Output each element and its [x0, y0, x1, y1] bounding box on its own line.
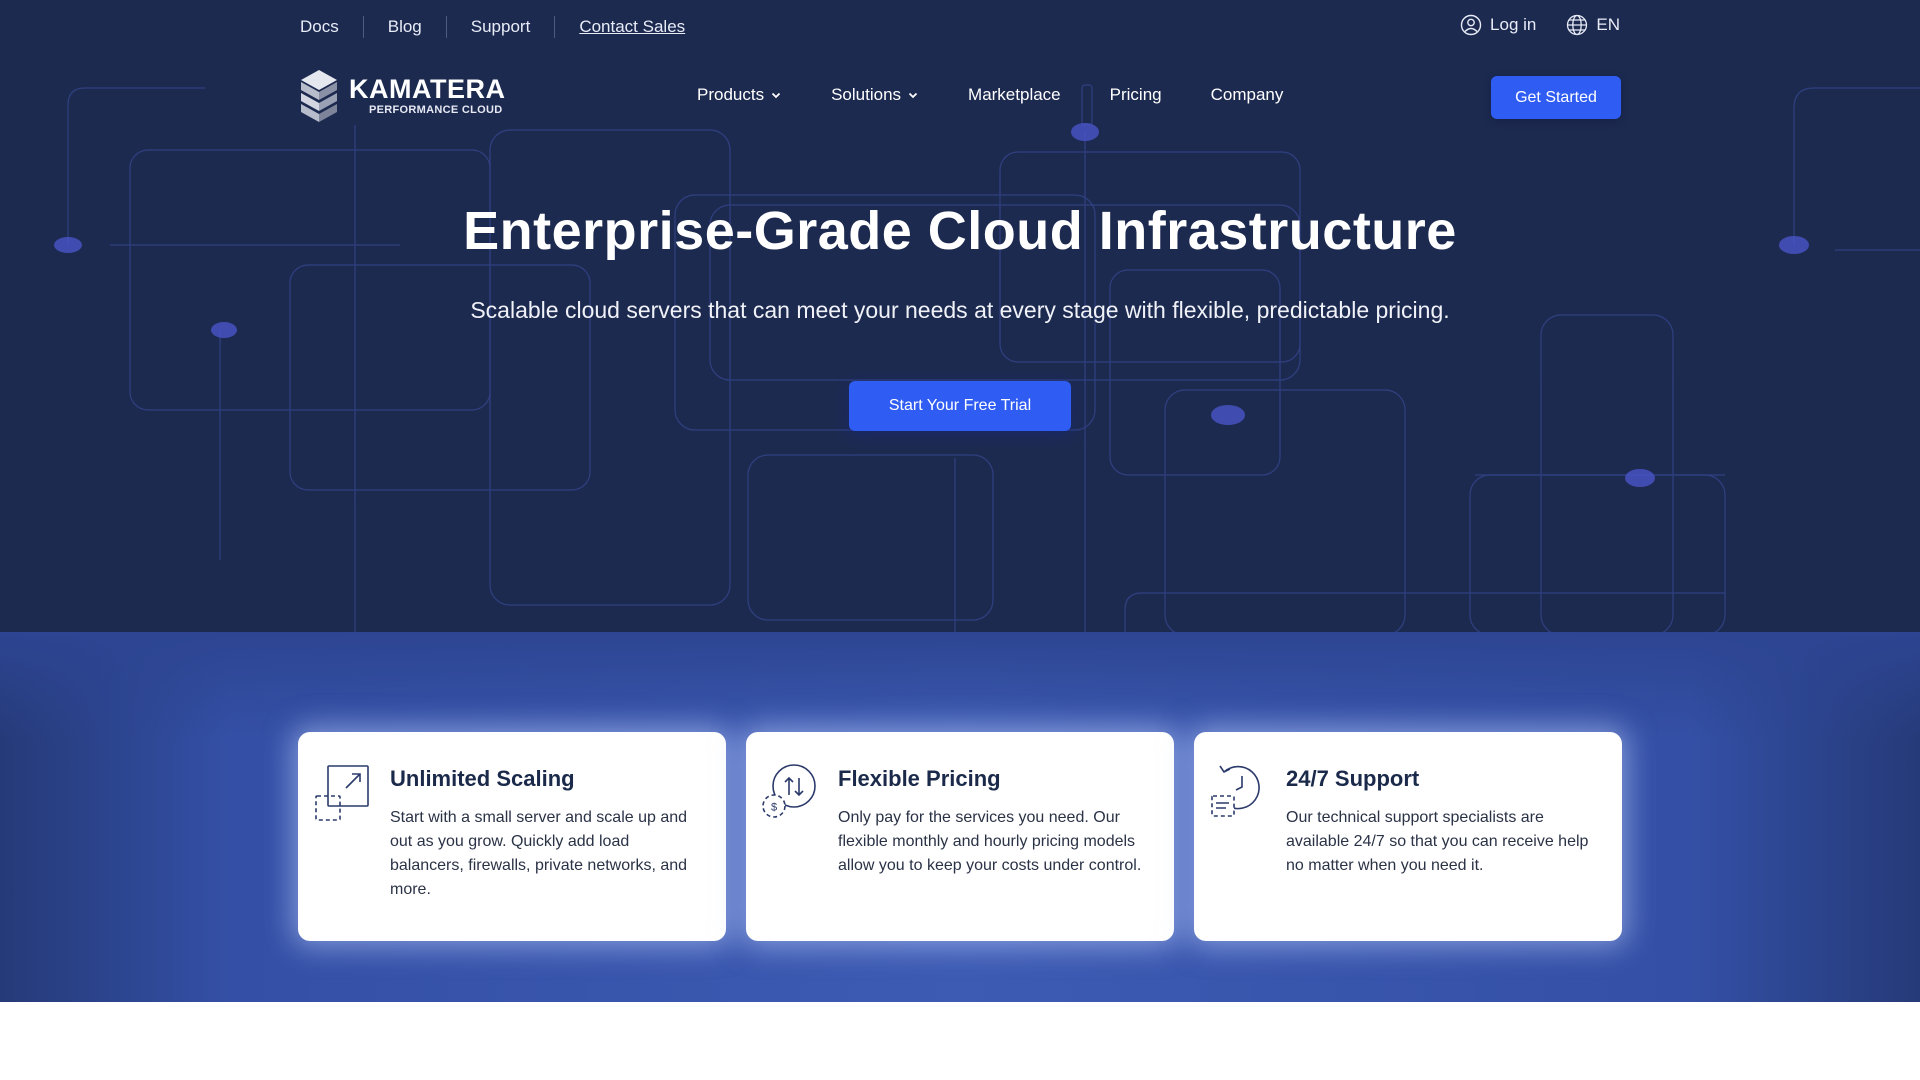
blog-link[interactable]: Blog: [362, 16, 446, 38]
feature-text: Start with a small server and scale up a…: [390, 809, 688, 898]
nav-pricing[interactable]: Pricing: [1110, 85, 1162, 105]
brand-name: KAMATERA: [349, 74, 506, 104]
feature-text: Our technical support specialists are av…: [1286, 809, 1589, 874]
language-selector[interactable]: EN: [1566, 14, 1620, 36]
nav-solutions-label: Solutions: [831, 85, 902, 104]
feature-card-support: 24/7 Support Our technical support speci…: [1194, 732, 1622, 941]
free-trial-button[interactable]: Start Your Free Trial: [849, 381, 1071, 431]
svg-text:$: $: [771, 802, 777, 814]
utility-links: Docs Blog Support Contact Sales: [300, 16, 709, 38]
docs-link[interactable]: Docs: [300, 16, 363, 38]
globe-icon: [1567, 14, 1588, 36]
feature-title: Unlimited Scaling: [390, 766, 575, 791]
feature-title: Flexible Pricing: [838, 766, 1001, 791]
main-nav: Products Solutions Marketplace Pricing C…: [697, 85, 1283, 105]
dollar-arrows-icon: $: [762, 764, 816, 818]
hero-subheadline: Scalable cloud servers that can meet you…: [470, 297, 1450, 323]
logo-wordmark: KAMATERA PERFORMANCE CLOUD: [349, 75, 505, 117]
language-label: EN: [1596, 15, 1620, 34]
contact-sales-link[interactable]: Contact Sales: [554, 16, 709, 38]
nav-pricing-label: Pricing: [1109, 85, 1162, 104]
chevron-down-icon: [908, 92, 918, 99]
login-link[interactable]: Log in: [1460, 14, 1536, 36]
kamatera-logo[interactable]: KAMATERA PERFORMANCE CLOUD: [299, 68, 505, 124]
utility-right: Log in EN: [1460, 14, 1620, 36]
feature-card-scaling: Unlimited Scaling Start with a small ser…: [298, 732, 726, 941]
nav-company-label: Company: [1210, 85, 1284, 104]
nav-marketplace-label: Marketplace: [968, 85, 1061, 104]
nav-company[interactable]: Company: [1211, 85, 1284, 105]
nav-products-label: Products: [697, 85, 765, 104]
hero-headline: Enterprise-Grade Cloud Infrastructure: [463, 201, 1457, 261]
nav-marketplace[interactable]: Marketplace: [968, 85, 1061, 105]
login-label: Log in: [1490, 15, 1537, 34]
support-link[interactable]: Support: [445, 16, 555, 38]
nav-solutions[interactable]: Solutions: [831, 85, 919, 105]
page-continuation: [0, 1002, 1920, 1080]
feature-card-pricing: $ Flexible Pricing Only pay for the serv…: [746, 732, 1174, 941]
brand-tagline: PERFORMANCE CLOUD: [369, 104, 503, 116]
get-started-button[interactable]: Get Started: [1491, 76, 1621, 119]
feature-cards: Unlimited Scaling Start with a small ser…: [298, 732, 1622, 941]
top-utility-bar: Docs Blog Support Contact Sales Log in E…: [0, 0, 1920, 54]
clock-support-icon: [1211, 765, 1260, 817]
logo-mark-icon: [301, 70, 337, 122]
user-icon: [1460, 14, 1482, 36]
scale-up-icon: [315, 765, 369, 821]
feature-text: Only pay for the services you need. Our …: [838, 809, 1142, 874]
nav-products[interactable]: Products: [697, 85, 782, 105]
chevron-down-icon: [771, 92, 781, 99]
feature-title: 24/7 Support: [1286, 766, 1420, 791]
